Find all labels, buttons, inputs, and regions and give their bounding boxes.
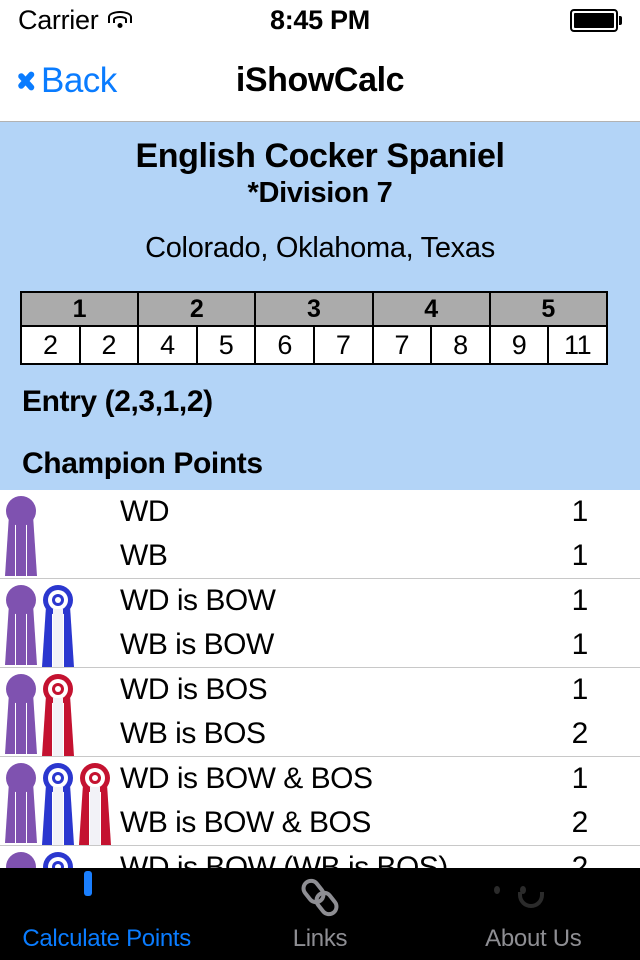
blue-ribbon-icon (41, 763, 75, 846)
table-cell: 5 (195, 325, 257, 366)
tab-bar: Calculate Points Links About Us (0, 868, 640, 960)
list-item-value: 1 (571, 584, 589, 618)
tab-calculate-points[interactable]: Calculate Points (0, 868, 213, 960)
division-label: *Division 7 (247, 177, 393, 210)
tab-about-us[interactable]: About Us (427, 868, 640, 960)
purple-ribbon-icon (4, 585, 38, 667)
list-item[interactable]: WB is BOW 1 (0, 623, 640, 667)
list-item-value: 1 (571, 762, 589, 796)
list-item[interactable]: WD is BOS 1 (0, 668, 640, 712)
table-cell: 7 (312, 325, 374, 366)
purple-ribbon-icon (4, 674, 38, 756)
back-button[interactable]: Back (0, 61, 117, 101)
tab-links[interactable]: Links (213, 868, 426, 960)
list-item-value: 1 (571, 495, 589, 529)
red-ribbon-icon (41, 674, 75, 757)
list-item-label: WB is BOW & BOS (120, 806, 371, 840)
list-item-label: WB is BOW (120, 628, 274, 662)
calculator-icon (83, 871, 130, 921)
chevron-left-icon (14, 64, 34, 98)
champion-points-group: WD is BOS 1 WB is BOS 2 (0, 668, 640, 758)
breed-info-header: English Cocker Spaniel *Division 7 Color… (0, 122, 640, 491)
champion-points-section-title: Champion Points (22, 447, 263, 481)
table-group-header: 3 (254, 291, 374, 328)
navigation-bar: Back iShowCalc (0, 40, 640, 122)
list-item-label: WB is BOS (120, 717, 266, 751)
table-cell: 2 (20, 325, 81, 366)
list-item-value: 1 (571, 628, 589, 662)
list-item-label: WD is BOW (120, 584, 276, 618)
list-item-label: WD is BOW & BOS (120, 762, 373, 796)
champion-points-group: WD is BOW 1 WB is BOW 1 (0, 579, 640, 669)
tab-label-about-us: About Us (485, 925, 582, 952)
list-item-label: WD is BOS (120, 673, 268, 707)
status-bar: Carrier 8:45 PM (0, 0, 640, 40)
table-cell: 9 (488, 325, 550, 366)
table-header-row: 1 2 3 4 5 (19, 291, 609, 328)
table-cell: 2 (78, 325, 140, 366)
list-item-value: 1 (571, 673, 589, 707)
table-row: 2 2 4 5 6 7 7 8 9 11 (20, 325, 608, 366)
red-ribbon-icon (78, 763, 112, 846)
list-item-value: 1 (571, 539, 589, 573)
ribbon-group (4, 674, 75, 757)
table-cell: 6 (254, 325, 315, 366)
ribbon-group (4, 585, 75, 668)
smiley-face-icon (494, 875, 556, 921)
status-bar-left: Carrier (18, 5, 133, 36)
table-cell: 4 (137, 325, 198, 366)
carrier-label: Carrier (18, 4, 99, 35)
tab-label-calculate-points: Calculate Points (22, 925, 191, 952)
status-bar-right (569, 8, 622, 32)
list-item[interactable]: WD is BOW 1 (0, 579, 640, 623)
list-item-value: 2 (571, 806, 589, 840)
wifi-icon (107, 10, 133, 30)
points-schedule-wrapper: 1 2 3 4 5 2 2 4 5 6 7 7 8 9 11 (0, 265, 640, 366)
table-cell: 11 (547, 325, 608, 366)
tab-label-links: Links (292, 925, 348, 952)
entry-label: Entry (2,3,1,2) (22, 385, 213, 419)
list-item[interactable]: WB is BOS 2 (0, 712, 640, 756)
table-group-header: 2 (137, 291, 257, 328)
list-item[interactable]: WB 1 (0, 534, 640, 578)
list-item-value: 2 (571, 717, 589, 751)
champion-points-group: WD is BOW & BOS 1 WB is BOW & BOS 2 (0, 757, 640, 847)
states-label: Colorado, Oklahoma, Texas (145, 232, 495, 265)
breed-name: English Cocker Spaniel (135, 137, 505, 175)
table-cell: 8 (430, 325, 491, 366)
back-button-label: Back (41, 60, 117, 100)
list-item-label: WB (120, 539, 168, 573)
ribbon-group (4, 496, 38, 578)
table-group-header: 5 (488, 291, 609, 328)
chain-links-icon (297, 875, 343, 921)
blue-ribbon-icon (41, 585, 75, 668)
ribbon-group (4, 763, 112, 846)
table-group-header: 1 (19, 291, 140, 328)
purple-ribbon-icon (4, 496, 38, 578)
purple-ribbon-icon (4, 763, 38, 845)
battery-cap-icon (619, 15, 622, 25)
champion-points-group: WD 1 WB 1 (0, 490, 640, 580)
champion-points-list: WD 1 WB 1 WD is BOW 1 WB is BOW 1 WD is BOS 1 WB i… (0, 490, 640, 935)
list-item[interactable]: WD 1 (0, 490, 640, 534)
table-group-header: 4 (371, 291, 491, 328)
points-schedule-table: 1 2 3 4 5 2 2 4 5 6 7 7 8 9 11 (19, 291, 609, 366)
table-cell: 7 (371, 325, 433, 366)
list-item-label: WD (120, 495, 169, 529)
battery-full-icon (569, 8, 618, 32)
